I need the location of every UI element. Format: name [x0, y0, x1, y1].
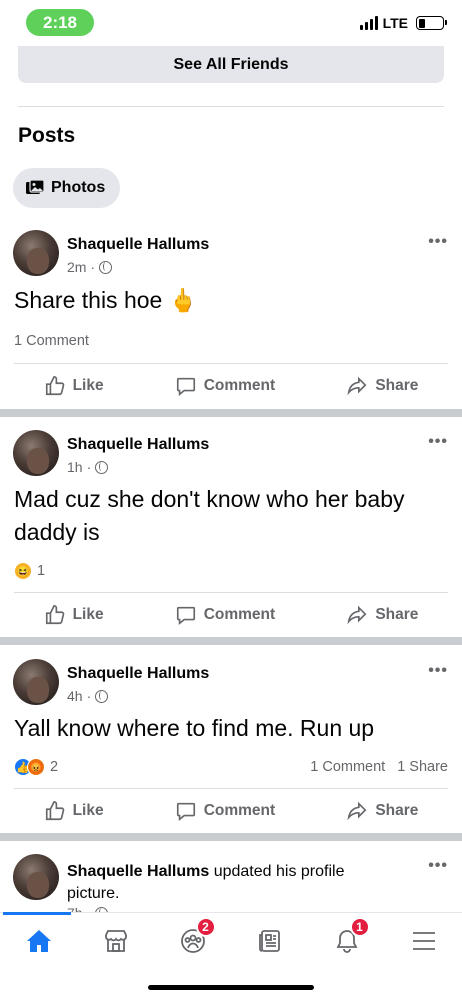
post-author[interactable]: Shaquelle Hallums updated his profile pi… [67, 861, 387, 905]
share-icon [347, 376, 367, 396]
post-time[interactable]: 2m [67, 259, 86, 275]
more-options-button[interactable]: ••• [428, 233, 448, 251]
share-button[interactable]: Share [346, 375, 418, 397]
like-button[interactable]: Like [44, 604, 104, 626]
share-button[interactable]: Share [346, 800, 418, 822]
like-icon [45, 605, 64, 625]
see-all-friends-button[interactable]: See All Friends [18, 46, 444, 83]
like-button[interactable]: Like [44, 800, 104, 822]
post-stats: 😆 1 [14, 562, 448, 580]
nav-notifications[interactable]: 1 [324, 917, 370, 959]
post-actions: Like Comment Share [0, 793, 462, 829]
news-icon [258, 930, 280, 952]
photos-label: Photos [51, 179, 106, 196]
comment-button[interactable]: Comment [175, 375, 275, 397]
status-time: 2:18 [26, 9, 94, 36]
more-options-button[interactable]: ••• [428, 433, 448, 451]
status-bar: 2:18 LTE [0, 0, 462, 46]
action-divider [14, 788, 448, 789]
haha-reaction-icon: 😆 [14, 562, 32, 580]
comments-count[interactable]: 1 Comment [14, 333, 89, 349]
status-icons: LTE [359, 15, 447, 31]
nav-active-indicator [3, 912, 71, 915]
action-divider [14, 363, 448, 364]
like-icon [45, 801, 64, 821]
globe-icon [99, 260, 113, 274]
more-options-button[interactable]: ••• [428, 662, 448, 680]
avatar[interactable] [13, 430, 59, 476]
avatar[interactable] [13, 659, 59, 705]
post-stats: 👍 😡 2 1 Comment 1 Share [14, 758, 448, 776]
like-icon [45, 376, 64, 396]
home-indicator[interactable] [148, 985, 314, 990]
nav-home[interactable] [16, 923, 62, 959]
comment-icon [176, 606, 195, 625]
notifications-badge: 1 [349, 917, 370, 937]
nav-menu[interactable] [401, 923, 447, 959]
post-text: Mad cuz she don't know who her baby dadd… [14, 486, 405, 545]
post-meta: 2m · [67, 259, 113, 275]
angry-reaction-icon: 😡 [27, 758, 45, 776]
post-time[interactable]: 4h [67, 688, 83, 704]
post-time[interactable]: 1h [67, 459, 83, 475]
globe-icon [95, 460, 109, 474]
post-meta: 1h · [67, 459, 109, 475]
post-author[interactable]: Shaquelle Hallums [67, 236, 209, 254]
post-meta: 4h · [67, 688, 109, 704]
post-divider [0, 833, 462, 841]
section-divider [18, 106, 444, 107]
post-actions: Like Comment Share [0, 597, 462, 633]
groups-badge: 2 [195, 917, 216, 937]
comment-button[interactable]: Comment [175, 800, 275, 822]
post-actions: Like Comment Share [0, 368, 462, 404]
home-icon [26, 930, 51, 952]
share-icon [347, 605, 367, 625]
comments-count[interactable]: 1 Comment [310, 759, 385, 775]
shares-count[interactable]: 1 Share [397, 759, 448, 775]
share-icon [347, 801, 367, 821]
post-stats: 1 Comment [14, 333, 448, 349]
nav-news[interactable] [247, 923, 293, 959]
post-divider [0, 637, 462, 645]
post-divider [0, 409, 462, 417]
post-author[interactable]: Shaquelle Hallums [67, 436, 209, 454]
globe-icon [95, 689, 109, 703]
nav-marketplace[interactable] [93, 923, 139, 959]
network-label: LTE [382, 15, 408, 31]
share-button[interactable]: Share [346, 604, 418, 626]
reactions-count[interactable]: 2 [50, 759, 58, 775]
comment-icon [176, 377, 195, 396]
signal-icon [359, 16, 378, 30]
nav-groups[interactable]: 2 [170, 917, 216, 959]
post-text: Yall know where to find me. Run up [14, 715, 375, 741]
comment-button[interactable]: Comment [175, 604, 275, 626]
photos-button[interactable]: Photos [13, 168, 121, 208]
photos-icon [26, 179, 45, 194]
marketplace-icon [104, 930, 127, 952]
posts-heading: Posts [18, 124, 76, 147]
action-divider [14, 592, 448, 593]
post-author[interactable]: Shaquelle Hallums [67, 665, 209, 683]
comment-icon [176, 802, 195, 821]
more-options-button[interactable]: ••• [428, 857, 448, 875]
post-text: Share this hoe 🖕 [14, 287, 198, 313]
like-button[interactable]: Like [44, 375, 104, 397]
avatar[interactable] [13, 230, 59, 276]
battery-icon [416, 16, 447, 30]
reactions-count[interactable]: 1 [37, 563, 45, 579]
menu-icon [412, 932, 435, 950]
avatar[interactable] [13, 854, 59, 900]
